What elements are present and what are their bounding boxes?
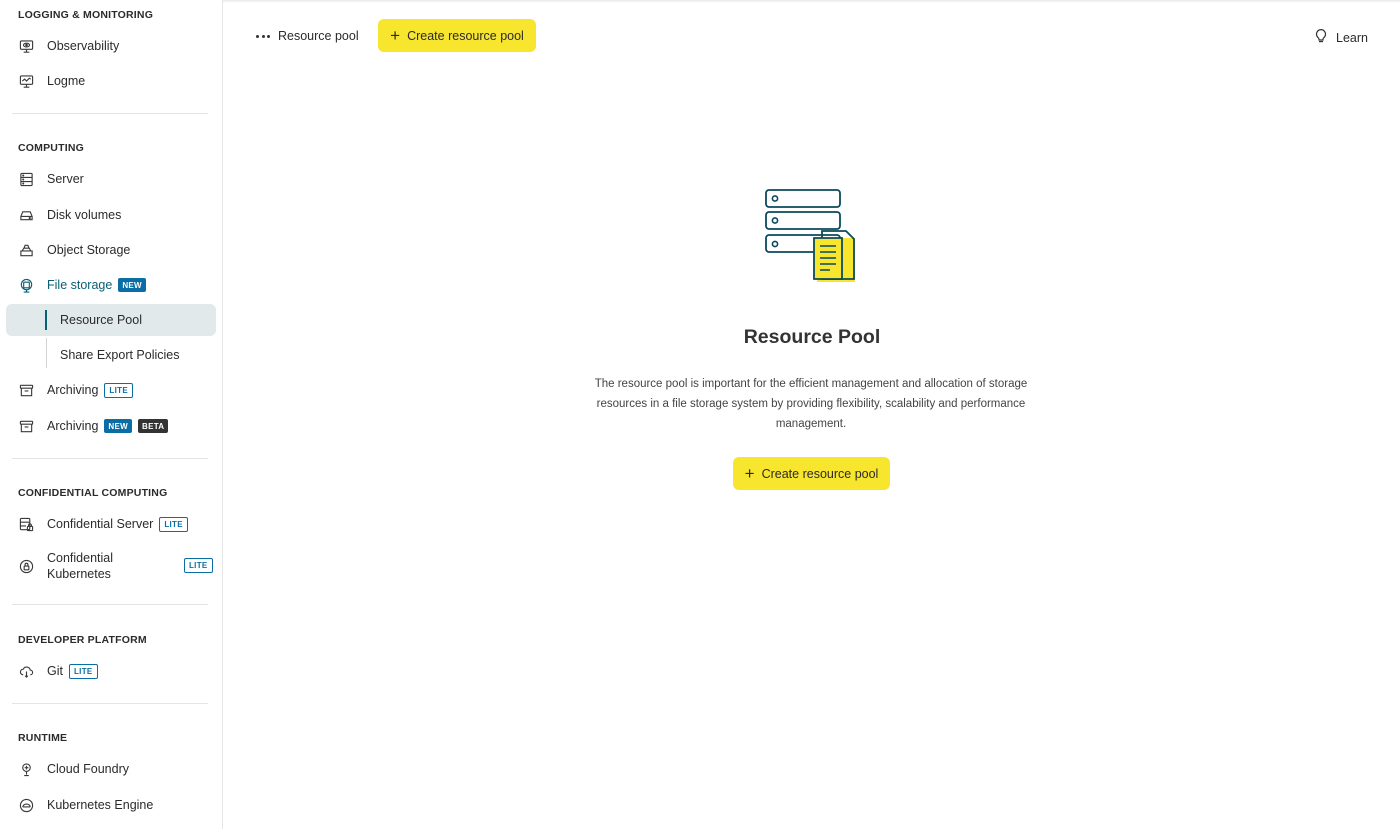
label-line-2: Kubernetes xyxy=(47,567,111,581)
sidebar-subitem-label: Share Export Policies xyxy=(60,348,180,362)
learn-link[interactable]: Learn xyxy=(1314,27,1368,48)
section-title-logging: LOGGING & MONITORING xyxy=(18,9,154,21)
kubernetes-icon xyxy=(18,797,34,813)
sidebar-item-label: Confidential Kubernetes xyxy=(47,550,113,582)
cloud-git-icon xyxy=(18,663,34,679)
button-label: Create resource pool xyxy=(761,466,879,481)
lightbulb-icon xyxy=(1314,27,1328,48)
label-line-1: Confidential xyxy=(47,551,114,565)
sidebar-divider xyxy=(12,113,208,114)
sidebar-item-archiving-beta[interactable]: Archiving NEW BETA xyxy=(6,410,216,442)
sidebar-item-label: Disk volumes xyxy=(47,208,122,222)
disk-icon xyxy=(18,207,34,223)
sidebar-item-label: Kubernetes Engine xyxy=(47,798,154,812)
lite-badge: LITE xyxy=(159,516,188,532)
section-title-confidential: CONFIDENTIAL COMPUTING xyxy=(18,487,168,499)
empty-state-description: The resource pool is important for the e… xyxy=(594,378,1028,430)
section-title-computing: COMPUTING xyxy=(18,142,84,154)
sidebar-item-label: Cloud Foundry xyxy=(47,762,129,776)
server-rack-icon xyxy=(18,171,34,187)
sidebar-item-label: Git xyxy=(47,664,63,678)
sidebar-item-object-storage[interactable]: Object Storage xyxy=(6,234,216,266)
sidebar-item-server[interactable]: Server xyxy=(6,163,216,195)
storage-stack-icon xyxy=(18,242,34,258)
sidebar-item-label: Logme xyxy=(47,74,86,88)
sidebar-item-confidential-kubernetes[interactable]: Confidential Kubernetes LITE xyxy=(6,548,216,584)
learn-label: Learn xyxy=(1336,30,1368,45)
sidebar-item-logme[interactable]: Logme xyxy=(6,65,216,97)
cloud-foundry-icon xyxy=(18,761,34,777)
file-storage-icon xyxy=(18,277,34,293)
sidebar-item-observability[interactable]: Observability xyxy=(6,30,216,62)
lock-circle-icon xyxy=(18,558,34,574)
sidebar-divider xyxy=(12,703,208,704)
sidebar-item-file-storage[interactable]: File storage NEW xyxy=(6,269,216,301)
section-title-runtime: RUNTIME xyxy=(18,732,68,744)
sidebar-subitem-label: Resource Pool xyxy=(60,313,142,327)
breadcrumb-more-menu[interactable]: Resource pool xyxy=(256,28,359,44)
lite-badge: LITE xyxy=(104,382,133,398)
more-dots-icon xyxy=(256,34,270,38)
sidebar-item-git[interactable]: Git LITE xyxy=(6,655,216,687)
resource-pool-illustration xyxy=(764,186,860,286)
beta-badge: BETA xyxy=(138,419,169,433)
new-badge: NEW xyxy=(118,278,146,292)
submenu-active-indicator xyxy=(45,310,47,330)
lite-badge: LITE xyxy=(184,558,213,573)
sidebar-item-label: Archiving xyxy=(47,383,99,397)
sidebar-item-label: Object Storage xyxy=(47,243,131,257)
create-resource-pool-button-top[interactable]: + Create resource pool xyxy=(378,19,536,52)
archive-box-icon xyxy=(18,418,34,434)
lite-badge: LITE xyxy=(68,663,98,679)
plus-icon: + xyxy=(390,26,401,45)
archive-box-icon xyxy=(18,382,34,398)
plus-icon: + xyxy=(744,464,755,483)
server-lock-icon xyxy=(18,516,34,532)
sidebar-item-label: Observability xyxy=(47,39,120,53)
sidebar-item-label: Confidential Server xyxy=(47,517,154,531)
button-label: Create resource pool xyxy=(407,28,524,43)
sidebar-item-kubernetes-engine[interactable]: Kubernetes Engine xyxy=(6,789,216,821)
section-title-developer: DEVELOPER PLATFORM xyxy=(18,634,147,646)
sidebar: LOGGING & MONITORING Observability Logme… xyxy=(0,0,223,829)
empty-state-title: Resource Pool xyxy=(743,326,881,348)
sidebar-item-label: Server xyxy=(47,172,84,186)
sidebar-item-archiving-lite[interactable]: Archiving LITE xyxy=(6,374,216,406)
new-badge: NEW xyxy=(104,419,132,433)
sidebar-item-label: File storage xyxy=(47,278,113,292)
sidebar-item-cloud-foundry[interactable]: Cloud Foundry xyxy=(6,753,216,785)
sidebar-item-label: Archiving xyxy=(47,419,99,433)
sidebar-divider xyxy=(12,458,208,459)
sidebar-subitem-resource-pool[interactable]: Resource Pool xyxy=(6,304,216,336)
sidebar-item-disk-volumes[interactable]: Disk volumes xyxy=(6,199,216,231)
monitor-chart-icon xyxy=(18,73,34,89)
breadcrumb-label: Resource pool xyxy=(278,29,359,43)
sidebar-item-confidential-server[interactable]: Confidential Server LITE xyxy=(6,508,216,540)
sidebar-subitem-share-export-policies[interactable]: Share Export Policies xyxy=(6,339,216,371)
create-resource-pool-button[interactable]: + Create resource pool xyxy=(733,457,890,490)
monitor-eye-icon xyxy=(18,38,34,54)
sidebar-divider xyxy=(12,604,208,605)
